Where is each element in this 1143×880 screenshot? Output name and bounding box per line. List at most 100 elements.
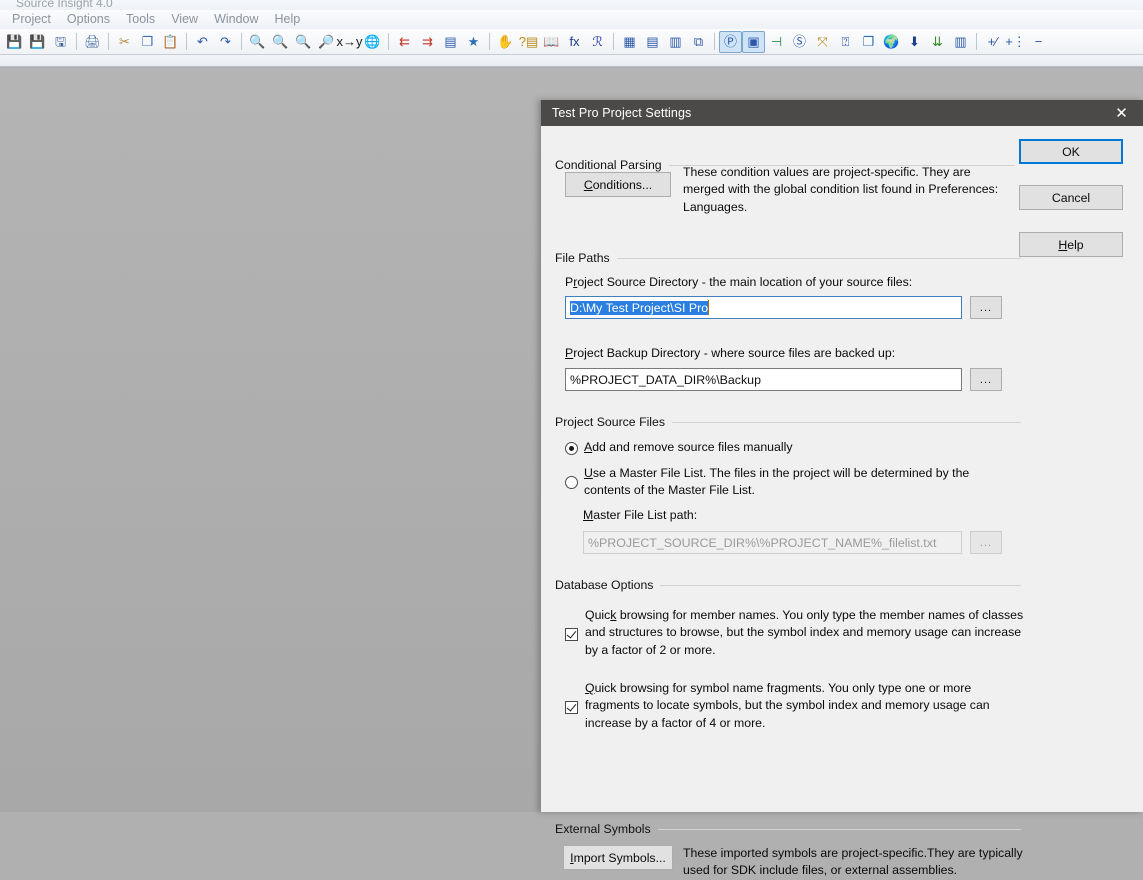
comment-block-icon[interactable]: ▤ bbox=[439, 31, 462, 53]
radio-manual-indicator[interactable] bbox=[565, 442, 578, 455]
list-window-icon[interactable]: ▥ bbox=[949, 31, 972, 53]
replace-icon[interactable]: x→y bbox=[337, 31, 363, 53]
context-window-icon-glyph: ⊣ bbox=[770, 34, 783, 49]
text-caret bbox=[708, 300, 710, 315]
close-icon[interactable]: ✕ bbox=[1099, 100, 1143, 126]
checkbox-member-names-indicator[interactable] bbox=[565, 628, 578, 641]
source-directory-browse-button[interactable]: ... bbox=[970, 296, 1002, 319]
master-file-list-path-input[interactable]: %PROJECT_SOURCE_DIR%\%PROJECT_NAME%_file… bbox=[583, 531, 962, 554]
help-label-rest: elp bbox=[1067, 237, 1084, 252]
cancel-button[interactable]: Cancel bbox=[1019, 185, 1123, 210]
indent-right-icon[interactable]: ⇉ bbox=[416, 31, 439, 53]
vertical-split-icon[interactable]: ▥ bbox=[664, 31, 687, 53]
group-file-paths: File Paths bbox=[555, 251, 1021, 265]
search-icon[interactable]: 🔍 bbox=[246, 31, 269, 53]
save-all-icon-glyph: 💾 bbox=[29, 34, 46, 49]
conditional-parsing-description: These condition values are project-speci… bbox=[683, 165, 999, 214]
remove-item-icon[interactable]: − bbox=[1027, 31, 1050, 53]
add-item-icon-glyph: +⋮ bbox=[1005, 34, 1026, 49]
toolbar-separator bbox=[613, 33, 614, 50]
zoom-in-icon-glyph: +⁄ bbox=[987, 34, 998, 49]
web-search-icon-glyph: 🌐 bbox=[364, 34, 381, 49]
save-as-icon[interactable]: 🖫 bbox=[49, 31, 72, 53]
search-backward-icon[interactable]: 🔍 bbox=[269, 31, 292, 53]
menu-window[interactable]: Window bbox=[206, 10, 266, 29]
search-forward-icon[interactable]: 🔍 bbox=[292, 31, 315, 53]
group-external-symbols: External Symbols bbox=[555, 822, 1021, 836]
duplicate-window-icon[interactable]: ⧉ bbox=[687, 31, 710, 53]
reference-icon-glyph: 📖 bbox=[543, 34, 560, 49]
zoom-in-icon[interactable]: +⁄ bbox=[981, 31, 1004, 53]
save-icon[interactable]: 💾 bbox=[3, 31, 26, 53]
menu-project[interactable]: Project bbox=[4, 10, 59, 29]
file-symbols-icon[interactable]: Ⓢ bbox=[788, 31, 811, 53]
conditions-button[interactable]: Conditions... bbox=[565, 172, 671, 197]
web-search-icon[interactable]: 🌐 bbox=[361, 31, 384, 53]
backup-directory-browse-button[interactable]: ... bbox=[970, 368, 1002, 391]
search-files-icon[interactable]: 🔎 bbox=[315, 31, 338, 53]
relation-window-icon[interactable]: ℛ bbox=[586, 31, 609, 53]
menu-options[interactable]: Options bbox=[59, 10, 118, 29]
menu-help[interactable]: Help bbox=[267, 10, 309, 29]
indent-left-icon[interactable]: ⇇ bbox=[393, 31, 416, 53]
context-help-icon[interactable]: ?▤ bbox=[517, 31, 540, 53]
toolbar-separator bbox=[976, 33, 977, 50]
sync-icon[interactable]: ⇊ bbox=[926, 31, 949, 53]
paste-icon[interactable]: 📋 bbox=[159, 31, 182, 53]
group-divider bbox=[616, 257, 1021, 259]
import-symbols-button[interactable]: Import Symbols... bbox=[563, 845, 673, 870]
reference-icon[interactable]: 📖 bbox=[540, 31, 563, 53]
save-as-icon-glyph: 🖫 bbox=[54, 34, 67, 49]
print-icon[interactable]: 🖨 bbox=[81, 31, 104, 53]
source-directory-label: Project Source Directory - the main loca… bbox=[565, 275, 912, 289]
undo-icon[interactable]: ↶ bbox=[191, 31, 214, 53]
dialog-titlebar: Test Pro Project Settings ✕ bbox=[541, 100, 1143, 126]
ok-button[interactable]: OK bbox=[1019, 139, 1123, 164]
backup-directory-input[interactable]: %PROJECT_DATA_DIR%\Backup bbox=[565, 368, 962, 391]
call-graph-icon[interactable]: ⤧ bbox=[811, 31, 834, 53]
tile-windows-icon[interactable]: ▦ bbox=[618, 31, 641, 53]
import-symbols-label-rest: mport Symbols... bbox=[573, 850, 666, 865]
source-directory-input[interactable]: D:\My Test Project\SI Pro bbox=[565, 296, 962, 319]
conditions-label-rest: onditions... bbox=[592, 177, 653, 192]
checkbox-fragments-indicator[interactable] bbox=[565, 701, 578, 714]
app-titlebar: Source Insight 4.0 bbox=[0, 0, 1143, 10]
horizontal-split-icon-glyph: ▤ bbox=[646, 34, 659, 49]
project-window-icon[interactable]: Ⓟ bbox=[719, 30, 742, 53]
add-item-icon[interactable]: +⋮ bbox=[1004, 31, 1027, 53]
redo-icon[interactable]: ↷ bbox=[214, 31, 237, 53]
group-title-project-source-files: Project Source Files bbox=[555, 415, 666, 429]
external-symbols-description: These imported symbols are project-speci… bbox=[683, 846, 1023, 878]
master-path-label-rest: aster File List path: bbox=[593, 508, 698, 522]
globe-icon[interactable]: 🌍 bbox=[880, 31, 903, 53]
group-divider bbox=[660, 584, 1021, 586]
copy-icon[interactable]: ❐ bbox=[136, 31, 159, 53]
sync-icon-glyph: ⇊ bbox=[932, 34, 943, 49]
project-report-icon-glyph: ⍰ bbox=[841, 34, 850, 49]
help-button[interactable]: Help bbox=[1019, 232, 1123, 257]
group-project-source-files: Project Source Files bbox=[555, 415, 1021, 429]
member-names-post: browsing for member names. You only type… bbox=[585, 608, 1024, 657]
menu-view[interactable]: View bbox=[163, 10, 206, 29]
context-window-icon[interactable]: ⊣ bbox=[765, 31, 788, 53]
save-all-icon[interactable]: 💾 bbox=[26, 31, 49, 53]
clip-window-icon[interactable]: ❐ bbox=[857, 31, 880, 53]
cut-icon[interactable]: ✂ bbox=[113, 31, 136, 53]
bird-icon-glyph: ⬇ bbox=[909, 34, 920, 49]
browse-icon[interactable]: ✋ bbox=[494, 31, 517, 53]
menu-tools[interactable]: Tools bbox=[118, 10, 163, 29]
bird-icon[interactable]: ⬇ bbox=[903, 31, 926, 53]
group-title-file-paths: File Paths bbox=[555, 251, 610, 265]
redo-icon-glyph: ↷ bbox=[220, 34, 231, 49]
bookmark-icon[interactable]: ★ bbox=[462, 31, 485, 53]
master-file-list-browse-button[interactable]: ... bbox=[970, 531, 1002, 554]
toolbar-filler-row bbox=[0, 55, 1143, 67]
project-window-icon-glyph: Ⓟ bbox=[723, 34, 737, 49]
group-database-options: Database Options bbox=[555, 578, 1021, 592]
horizontal-split-icon[interactable]: ▤ bbox=[641, 31, 664, 53]
radio-master-list-indicator[interactable] bbox=[565, 476, 578, 489]
function-icon[interactable]: fx bbox=[563, 31, 586, 53]
symbol-window-icon[interactable]: ▣ bbox=[742, 30, 765, 53]
source-label-pre: P bbox=[565, 275, 574, 289]
project-report-icon[interactable]: ⍰ bbox=[834, 31, 857, 53]
